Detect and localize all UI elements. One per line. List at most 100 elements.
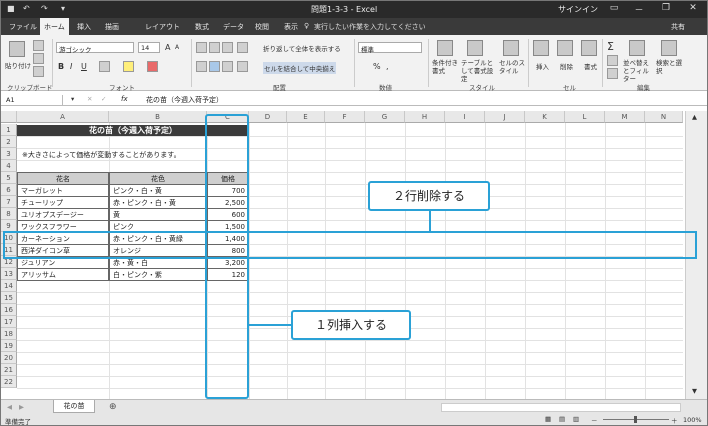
number-format-dropdown[interactable]: 標準	[358, 42, 422, 54]
page-break-view-icon[interactable]: ▥	[573, 415, 579, 423]
enter-icon[interactable]: ✓	[101, 95, 106, 103]
zoom-in-icon[interactable]: ＋	[671, 415, 678, 425]
underline-button[interactable]: U	[81, 62, 87, 71]
table-cell[interactable]: アリッサム	[17, 268, 109, 281]
align-middle-icon[interactable]	[209, 42, 220, 53]
bold-button[interactable]: B	[58, 62, 64, 71]
row-header[interactable]: 4	[1, 160, 17, 172]
comma-button[interactable]: ,	[386, 62, 389, 71]
align-center-icon[interactable]	[209, 61, 220, 72]
borders-icon[interactable]	[99, 61, 110, 72]
row-header[interactable]: 6	[1, 184, 17, 196]
undo-icon[interactable]: ↶	[23, 4, 30, 13]
scroll-sheets-right-icon[interactable]: ▶	[19, 403, 24, 411]
format-painter-icon[interactable]	[33, 66, 44, 77]
italic-button[interactable]: I	[70, 62, 72, 71]
row-header[interactable]: 7	[1, 196, 17, 208]
align-bottom-icon[interactable]	[222, 42, 233, 53]
paste-icon[interactable]	[9, 41, 25, 57]
row-header[interactable]: 16	[1, 304, 17, 316]
namebox-dropdown-icon[interactable]: ▾	[71, 95, 74, 103]
row-header[interactable]: 17	[1, 316, 17, 328]
formula-input[interactable]: 花の苗（今週入荷予定）	[146, 95, 223, 105]
scroll-down-icon[interactable]: ▼	[692, 387, 697, 395]
font-name-dropdown[interactable]: 游ゴシック	[56, 42, 134, 54]
column-header-l[interactable]: L	[565, 111, 605, 123]
column-header-k[interactable]: K	[525, 111, 565, 123]
signin-link[interactable]: サインイン	[558, 4, 598, 15]
row-header[interactable]: 8	[1, 208, 17, 220]
format-as-table-button[interactable]: テーブルとして書式設定	[461, 59, 497, 83]
cell-styles-icon[interactable]	[503, 40, 519, 56]
autosum-button[interactable]: Σ	[607, 40, 614, 53]
row-header[interactable]: 1	[1, 124, 17, 136]
insert-cells-icon[interactable]	[533, 40, 549, 56]
align-right-icon[interactable]	[222, 61, 233, 72]
find-select-icon[interactable]	[661, 40, 677, 56]
redo-icon[interactable]: ↷	[41, 4, 48, 13]
align-left-icon[interactable]	[196, 61, 207, 72]
column-header-h[interactable]: H	[405, 111, 445, 123]
row-header[interactable]: 19	[1, 340, 17, 352]
font-grow-button[interactable]: A	[165, 43, 170, 52]
format-cells-icon[interactable]	[581, 40, 597, 56]
scroll-sheets-left-icon[interactable]: ◀	[7, 403, 12, 411]
insert-function-button[interactable]: fx	[121, 95, 128, 103]
table-cell[interactable]: 白・ピンク・紫	[109, 268, 207, 281]
qat-dropdown-icon[interactable]: ▾	[61, 4, 65, 13]
tab-review[interactable]: 校閲	[255, 22, 269, 32]
restore-button[interactable]: ❐	[656, 3, 676, 16]
row-header[interactable]: 3	[1, 148, 17, 160]
clear-icon[interactable]	[607, 68, 618, 79]
tab-home[interactable]: ホーム	[40, 18, 69, 35]
row-header[interactable]: 5	[1, 172, 17, 184]
fill-color-icon[interactable]	[123, 61, 134, 72]
row-header[interactable]: 18	[1, 328, 17, 340]
tell-me-box[interactable]: 実行したい作業を入力してください	[314, 22, 426, 32]
column-header-g[interactable]: G	[365, 111, 405, 123]
delete-cells-button[interactable]: 削除	[560, 61, 573, 71]
zoom-slider-thumb[interactable]	[634, 416, 637, 423]
tab-layout[interactable]: レイアウト	[145, 22, 180, 32]
row-header[interactable]: 13	[1, 268, 17, 280]
zoom-out-icon[interactable]: －	[591, 415, 598, 425]
ribbon-options-icon[interactable]: ▭	[604, 3, 624, 16]
format-as-table-icon[interactable]	[467, 40, 483, 56]
sort-filter-button[interactable]: 並べ替えとフィルター	[623, 59, 653, 83]
sort-filter-icon[interactable]	[629, 40, 645, 56]
tab-file[interactable]: ファイル	[9, 22, 37, 32]
align-top-icon[interactable]	[196, 42, 207, 53]
cell-styles-button[interactable]: セルのスタイル	[499, 59, 525, 75]
column-header-m[interactable]: M	[605, 111, 645, 123]
column-header-b[interactable]: B	[109, 111, 207, 123]
row-header[interactable]: 15	[1, 292, 17, 304]
column-header-n[interactable]: N	[645, 111, 683, 123]
select-all-corner[interactable]	[1, 111, 17, 123]
column-header-i[interactable]: I	[445, 111, 485, 123]
row-header[interactable]: 21	[1, 364, 17, 376]
page-layout-view-icon[interactable]: ▤	[559, 415, 565, 423]
zoom-level[interactable]: 100%	[683, 416, 702, 424]
column-header-j[interactable]: J	[485, 111, 525, 123]
wrap-text-button[interactable]: 折り返して全体を表示する	[263, 43, 341, 53]
row-header[interactable]: 20	[1, 352, 17, 364]
scroll-up-icon[interactable]: ▲	[692, 113, 697, 121]
font-color-icon[interactable]	[147, 61, 158, 72]
horizontal-scrollbar[interactable]	[441, 403, 681, 412]
conditional-format-button[interactable]: 条件付き書式	[432, 59, 460, 75]
font-size-dropdown[interactable]: 14	[138, 42, 160, 53]
share-button[interactable]: 共有	[671, 22, 685, 32]
conditional-format-icon[interactable]	[437, 40, 453, 56]
row-header[interactable]: 14	[1, 280, 17, 292]
column-header-e[interactable]: E	[287, 111, 325, 123]
delete-cells-icon[interactable]	[557, 40, 573, 56]
find-select-button[interactable]: 検索と選択	[656, 59, 682, 75]
tab-data[interactable]: データ	[223, 22, 244, 32]
tab-formulas[interactable]: 数式	[195, 22, 209, 32]
tab-insert[interactable]: 挿入	[77, 22, 91, 32]
column-header-a[interactable]: A	[17, 111, 109, 123]
cut-icon[interactable]	[33, 40, 44, 51]
percent-button[interactable]: %	[373, 62, 381, 71]
tab-draw[interactable]: 描画	[105, 22, 119, 32]
cancel-icon[interactable]: ✕	[87, 95, 92, 103]
